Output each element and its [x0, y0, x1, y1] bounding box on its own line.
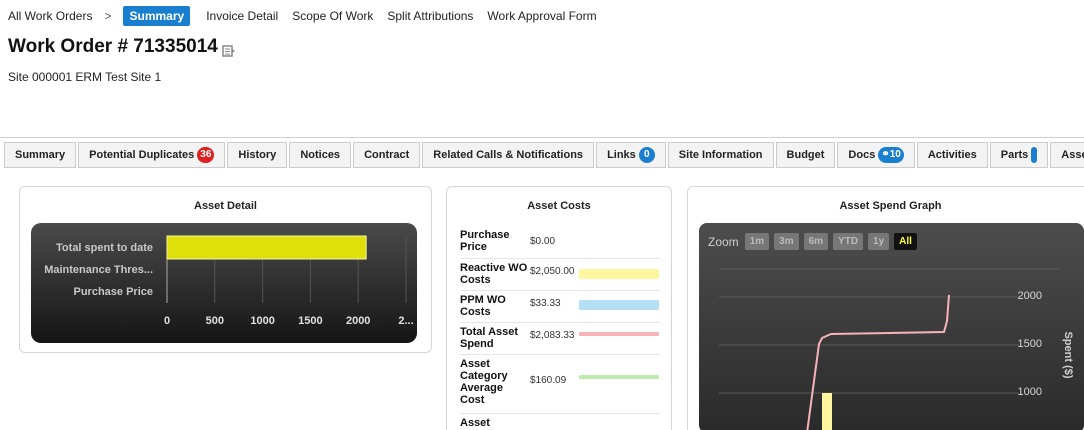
- cost-value: $33.33: [530, 298, 561, 309]
- spend-bar: [822, 393, 832, 430]
- tick-label: 0: [164, 315, 170, 327]
- tab-label: Notices: [300, 149, 341, 161]
- tab-notices[interactable]: Notices: [289, 142, 352, 168]
- top-nav: All Work Orders > Summary Invoice Detail…: [8, 5, 611, 27]
- tick-label: 2...: [398, 315, 413, 327]
- tab-asset-specification[interactable]: Asset Specificati: [1050, 142, 1084, 168]
- site-label: Site 000001 ERM Test Site 1: [8, 70, 162, 84]
- tab-label: Summary: [15, 149, 66, 161]
- legend-swatch: [579, 300, 659, 310]
- tick-label: 1000: [250, 315, 274, 327]
- category-label: Purchase Price: [74, 286, 154, 298]
- cost-label: Asset: [460, 417, 490, 429]
- panel-title: Asset Costs: [527, 200, 591, 212]
- tab-related-calls[interactable]: Related Calls & Notifications: [422, 142, 595, 168]
- count-badge: 0: [638, 147, 655, 163]
- tab-activities[interactable]: Activities: [916, 142, 988, 168]
- cost-row: Asset Category Average Cost $160.09: [460, 355, 660, 414]
- tab-label: Asset Specificati: [1061, 149, 1084, 161]
- y-axis-label: Spent ($): [1062, 331, 1074, 378]
- legend-swatch: [579, 269, 659, 279]
- tab-label: History: [238, 149, 277, 161]
- cost-label: Purchase Price: [460, 229, 510, 253]
- legend-swatch: [579, 375, 659, 379]
- tab-label: Links: [607, 149, 636, 161]
- nav-all-work-orders[interactable]: All Work Orders: [8, 9, 92, 23]
- docs-badge: ⚭10: [878, 147, 904, 163]
- category-label: Maintenance Thres...: [44, 264, 153, 276]
- cost-value: $160.09: [530, 375, 567, 386]
- tab-strip: Summary Potential Duplicates 36 History N…: [0, 137, 1084, 173]
- category-label: Total spent to date: [56, 242, 153, 254]
- cost-value: $2,050.00: [530, 266, 575, 277]
- count-badge: 10: [889, 149, 901, 160]
- panel-title: Asset Spend Graph: [839, 200, 942, 212]
- y-tick-label: 1500: [1018, 338, 1042, 350]
- tab-label: Budget: [786, 149, 825, 161]
- tab-budget[interactable]: Budget: [775, 142, 836, 168]
- tab-contract[interactable]: Contract: [353, 142, 421, 168]
- page-title-text: Work Order # 71335014: [8, 36, 218, 57]
- tab-label: Activities: [927, 149, 977, 161]
- tick-label: 2000: [346, 315, 370, 327]
- breadcrumb-separator: >: [104, 9, 112, 23]
- cost-label: PPM WO Costs: [460, 294, 506, 318]
- nav-scope-of-work[interactable]: Scope Of Work: [292, 9, 373, 23]
- cost-label: Asset Category Average Cost: [460, 358, 508, 406]
- tab-label: Potential Duplicates: [89, 149, 195, 161]
- tab-parts[interactable]: Parts: [989, 142, 1049, 168]
- cost-row: Reactive WO Costs $2,050.00: [460, 259, 660, 291]
- bar: [166, 235, 367, 260]
- tab-label: Site Information: [678, 149, 763, 161]
- tab-history[interactable]: History: [227, 142, 288, 168]
- tab-label: Docs: [848, 149, 876, 161]
- cost-value: $0.00: [530, 236, 556, 247]
- tick-label: 1500: [298, 315, 322, 327]
- cost-row: Total Asset Spend $2,083.33: [460, 323, 660, 355]
- tab-label: Related Calls & Notifications: [433, 149, 584, 161]
- tab-label: Parts: [1000, 149, 1029, 161]
- spend-svg: 2000 1500 1000 Spent ($): [719, 268, 1074, 430]
- tab-summary[interactable]: Summary: [4, 142, 77, 168]
- asset-spend-panel: Asset Spend Graph Zoom 1m 3m 6m YTD 1y All 20…: [687, 186, 1084, 430]
- cost-value: $2,083.33: [530, 330, 575, 341]
- cost-label: Total Asset Spend: [460, 326, 519, 350]
- tab-label: Contract: [364, 149, 410, 161]
- tab-docs[interactable]: Docs ⚭10: [837, 142, 915, 168]
- page-title: Work Order # 71335014: [8, 36, 236, 58]
- nav-summary[interactable]: Summary: [123, 6, 191, 26]
- cost-row: PPM WO Costs $33.33: [460, 291, 660, 323]
- cost-row: Purchase Price $0.00: [460, 226, 660, 259]
- y-tick-label: 1000: [1018, 386, 1042, 398]
- cost-row: Asset: [460, 414, 660, 430]
- panel-title: Asset Detail: [194, 200, 257, 212]
- nav-work-approval-form[interactable]: Work Approval Form: [487, 9, 596, 23]
- asset-detail-panel: Asset Detail Total spent to date Maintena…: [19, 186, 432, 353]
- nav-split-attributions[interactable]: Split Attributions: [387, 9, 473, 23]
- asset-costs-panel: Asset Costs Purchase Price $0.00 Reactive …: [446, 186, 672, 430]
- tab-site-information[interactable]: Site Information: [667, 142, 774, 168]
- cost-label: Reactive WO Costs: [460, 262, 528, 286]
- asset-detail-chart: Total spent to date Maintenance Thres... P…: [31, 223, 417, 343]
- count-badge: 36: [197, 147, 215, 163]
- asset-detail-svg: Total spent to date Maintenance Thres... P…: [44, 235, 414, 327]
- legend-swatch: [579, 332, 659, 336]
- y-tick-label: 2000: [1018, 290, 1042, 302]
- paperclip-icon: ⚭: [881, 149, 890, 160]
- count-badge: [1031, 147, 1038, 163]
- nav-invoice-detail[interactable]: Invoice Detail: [206, 9, 278, 23]
- tab-links[interactable]: Links 0: [596, 142, 666, 168]
- tick-label: 500: [206, 315, 224, 327]
- tab-potential-duplicates[interactable]: Potential Duplicates 36: [78, 142, 226, 168]
- spend-chart: Zoom 1m 3m 6m YTD 1y All 2000 1500 1000 Spent ($…: [699, 223, 1084, 430]
- copy-icon[interactable]: [222, 41, 236, 57]
